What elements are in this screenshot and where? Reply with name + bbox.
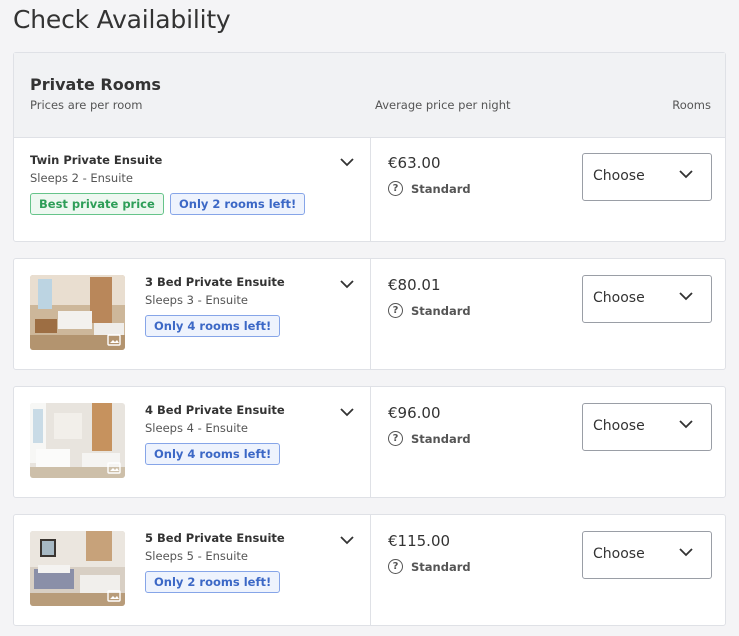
room-photo[interactable] <box>30 403 125 478</box>
rooms-select[interactable]: Choose <box>582 153 712 201</box>
help-icon[interactable]: ? <box>388 559 403 574</box>
rooms-select[interactable]: Choose <box>582 275 712 323</box>
room-card: 4 Bed Private Ensuite Sleeps 4 - Ensuite… <box>13 386 726 498</box>
room-card: 3 Bed Private Ensuite Sleeps 3 - Ensuite… <box>13 258 726 370</box>
select-value: Choose <box>593 418 645 434</box>
room-photo[interactable] <box>30 275 125 350</box>
gallery-icon <box>107 334 121 346</box>
room-name: Twin Private Ensuite <box>30 153 163 167</box>
availability-badge: Only 4 rooms left! <box>145 443 281 465</box>
rooms-select[interactable]: Choose <box>582 403 712 451</box>
chevron-down-icon <box>340 279 354 288</box>
best-price-badge: Best private price <box>30 193 164 215</box>
page-title: Check Availability <box>13 5 231 34</box>
select-value: Choose <box>593 546 645 562</box>
room-name: 3 Bed Private Ensuite <box>145 275 285 289</box>
room-name: 5 Bed Private Ensuite <box>145 531 285 545</box>
select-value: Choose <box>593 290 645 306</box>
help-icon[interactable]: ? <box>388 303 403 318</box>
availability-badge: Only 2 rooms left! <box>170 193 306 215</box>
availability-badge: Only 2 rooms left! <box>145 571 281 593</box>
chevron-down-icon <box>340 157 354 166</box>
expand-room-button[interactable] <box>338 531 356 549</box>
chevron-down-icon <box>679 170 693 179</box>
room-photo[interactable] <box>30 531 125 606</box>
chevron-down-icon <box>679 548 693 557</box>
section-title: Private Rooms <box>30 75 161 94</box>
rate-label: Standard <box>411 431 471 446</box>
room-name: 4 Bed Private Ensuite <box>145 403 285 417</box>
room-card: 5 Bed Private Ensuite Sleeps 5 - Ensuite… <box>13 514 726 626</box>
expand-room-button[interactable] <box>338 153 356 171</box>
room-price: €63.00 <box>388 154 441 172</box>
room-sleeps: Sleeps 5 - Ensuite <box>145 549 248 563</box>
rate-label: Standard <box>411 559 471 574</box>
chevron-down-icon <box>679 292 693 301</box>
rooms-column-header: Rooms <box>672 98 711 112</box>
room-sleeps: Sleeps 4 - Ensuite <box>145 421 248 435</box>
price-column-header: Average price per night <box>375 98 511 112</box>
help-icon[interactable]: ? <box>388 181 403 196</box>
chevron-down-icon <box>340 407 354 416</box>
chevron-down-icon <box>679 420 693 429</box>
select-value: Choose <box>593 168 645 184</box>
rate-label: Standard <box>411 181 471 196</box>
private-rooms-card: Private Rooms Prices are per room Averag… <box>13 52 726 242</box>
rate-label: Standard <box>411 303 471 318</box>
section-header: Private Rooms Prices are per room Averag… <box>14 53 725 138</box>
room-price: €96.00 <box>388 404 441 422</box>
room-sleeps: Sleeps 2 - Ensuite <box>30 171 133 185</box>
expand-room-button[interactable] <box>338 403 356 421</box>
expand-room-button[interactable] <box>338 275 356 293</box>
room-sleeps: Sleeps 3 - Ensuite <box>145 293 248 307</box>
prices-note: Prices are per room <box>30 98 143 112</box>
chevron-down-icon <box>340 535 354 544</box>
rooms-select[interactable]: Choose <box>582 531 712 579</box>
availability-badge: Only 4 rooms left! <box>145 315 281 337</box>
help-icon[interactable]: ? <box>388 431 403 446</box>
room-price: €115.00 <box>388 532 451 550</box>
room-price: €80.01 <box>388 276 441 294</box>
gallery-icon <box>107 590 121 602</box>
room-row: Twin Private Ensuite Sleeps 2 - Ensuite … <box>14 137 725 241</box>
gallery-icon <box>107 462 121 474</box>
